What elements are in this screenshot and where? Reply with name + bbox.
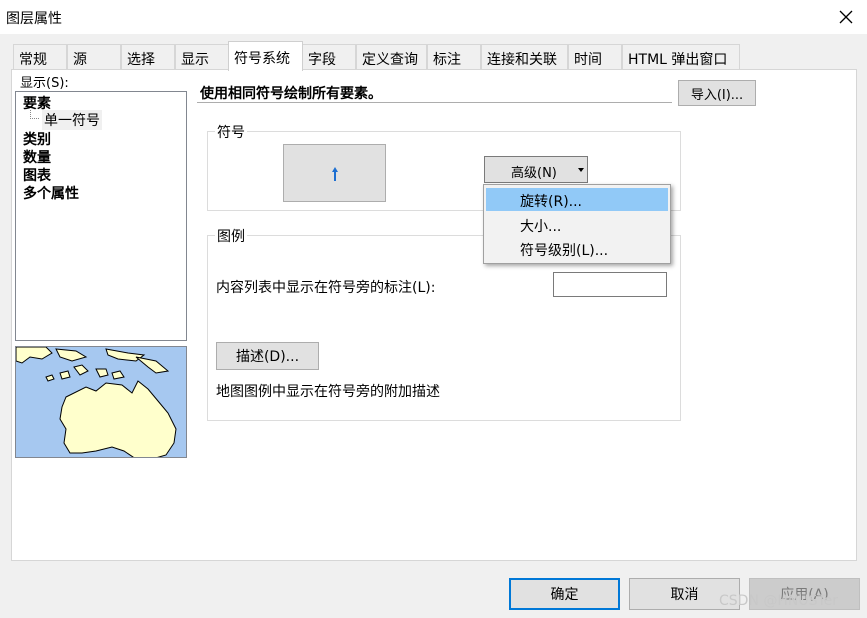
- describe-button[interactable]: 描述(D)...: [216, 342, 319, 370]
- list-item-categories[interactable]: 类别: [23, 129, 51, 149]
- list-item-charts[interactable]: 图表: [23, 165, 51, 185]
- symbol-group-label: 符号: [215, 122, 247, 142]
- advanced-button-label: 高级(N): [511, 166, 557, 181]
- tab-labels[interactable]: 标注: [427, 44, 481, 70]
- advanced-button[interactable]: 高级(N): [484, 156, 588, 183]
- advanced-menu: 旋转(R)... 大小... 符号级别(L)...: [483, 184, 671, 264]
- tree-connector: [30, 110, 39, 119]
- close-button[interactable]: [832, 3, 860, 31]
- tab-html-popup[interactable]: HTML 弹出窗口: [622, 44, 740, 70]
- ok-button[interactable]: 确定: [509, 578, 620, 610]
- show-label: 显示(S):: [20, 76, 69, 91]
- symbol-button[interactable]: [283, 144, 386, 202]
- arrow-symbol-icon: [332, 167, 338, 181]
- tab-source[interactable]: 源: [67, 44, 121, 70]
- tab-definition-query[interactable]: 定义查询: [356, 44, 427, 70]
- toc-label-input[interactable]: [553, 272, 667, 297]
- list-item-multiple-attributes[interactable]: 多个属性: [23, 183, 79, 203]
- menu-item-rotation[interactable]: 旋转(R)...: [486, 188, 668, 211]
- close-icon: [839, 10, 853, 24]
- tab-selection[interactable]: 选择: [121, 44, 175, 70]
- tab-symbology[interactable]: 符号系统: [228, 41, 303, 71]
- menu-item-symbol-levels[interactable]: 符号级别(L)...: [486, 237, 668, 260]
- tab-fields[interactable]: 字段: [302, 44, 356, 70]
- import-button[interactable]: 导入(I)...: [678, 80, 756, 106]
- preview-map: [15, 346, 187, 458]
- tab-time[interactable]: 时间: [568, 44, 622, 70]
- legend-group-label: 图例: [215, 226, 247, 246]
- tab-joins-relates[interactable]: 连接和关联: [481, 44, 568, 70]
- title-bar: [0, 0, 867, 34]
- list-item-single-symbol[interactable]: 单一符号: [42, 110, 102, 130]
- dropdown-arrow-icon: [578, 168, 584, 172]
- list-item-quantities[interactable]: 数量: [23, 147, 51, 167]
- tab-general[interactable]: 常规: [13, 44, 67, 70]
- watermark: CSDN @HNUSTer: [719, 593, 839, 609]
- australia-map-image: [16, 347, 186, 457]
- menu-item-size[interactable]: 大小...: [486, 213, 668, 236]
- tab-display[interactable]: 显示: [175, 44, 229, 70]
- symbology-description: 使用相同符号绘制所有要素。: [197, 79, 672, 103]
- toc-label-label: 内容列表中显示在符号旁的标注(L):: [216, 280, 436, 296]
- window-title: 图层属性: [6, 11, 62, 27]
- show-list[interactable]: 要素 单一符号 类别 数量 图表 多个属性: [15, 91, 187, 341]
- describe-hint: 地图图例中显示在符号旁的附加描述: [216, 384, 440, 400]
